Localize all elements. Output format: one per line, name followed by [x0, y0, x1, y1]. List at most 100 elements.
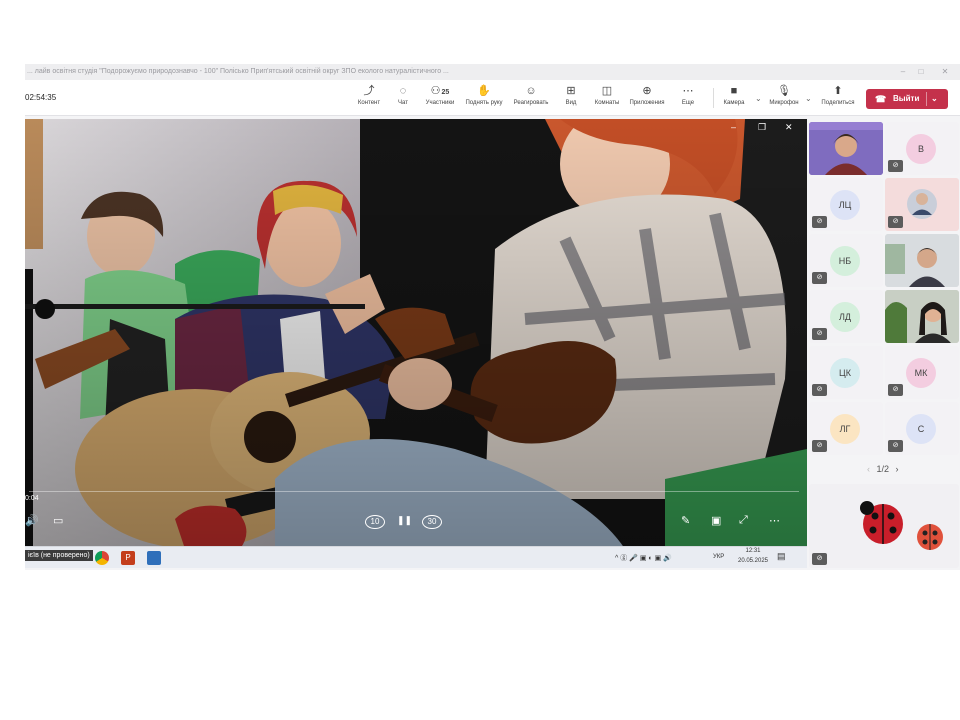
volume-icon[interactable]: 🔊: [25, 514, 39, 527]
pager-text: 1/2: [876, 464, 890, 474]
microphone-button[interactable]: 🎙 Микрофон: [762, 83, 806, 113]
participant-video-photo: [809, 122, 883, 175]
raise-hand-icon: ✋: [477, 85, 491, 97]
participant-avatar: В: [906, 134, 936, 164]
leave-button[interactable]: ☎ Выйти ⌄: [866, 89, 948, 109]
participant-avatar: НБ: [830, 246, 860, 276]
camera-label: Камера: [723, 100, 745, 106]
share-screen-icon: ⬆: [833, 85, 843, 97]
video-frame-illustration: [25, 119, 807, 568]
participant-tile-video[interactable]: [809, 122, 883, 175]
mic-off-icon: 🎙: [777, 85, 791, 97]
taskbar-app-label: ієїв (не проверено): [25, 550, 93, 561]
share-screen-button[interactable]: ⬆ Поделиться: [816, 83, 860, 113]
participant-tile[interactable]: ЦК ⊘: [809, 346, 883, 399]
keyboard-language[interactable]: УКР: [713, 554, 724, 560]
miniplayer-icon[interactable]: ▣: [711, 514, 721, 527]
rooms-icon: ◫: [601, 85, 613, 97]
participants-button[interactable]: ⚇25 Участники: [418, 83, 462, 113]
rooms-button[interactable]: ◫ Комнаты: [585, 83, 629, 113]
participant-tile[interactable]: ЛД ⊘: [809, 290, 883, 343]
people-icon: ⚇: [430, 85, 441, 97]
shared-video-stage[interactable]: – ❐ ✕ 0:04 🔊 ▭ 10 ❚❚ 30 ✎ ▣ ⤢ ⋯ ієїв (не…: [25, 119, 807, 568]
participant-tile[interactable]: НБ ⊘: [809, 234, 883, 287]
camera-options-chevron-icon[interactable]: ⌄: [755, 94, 762, 103]
phone-hangup-icon: ☎: [875, 94, 887, 104]
self-view-tile[interactable]: ⊘: [809, 484, 959, 568]
raise-hand-label: Поднять руку: [465, 100, 503, 106]
muted-mic-icon: ⊘: [812, 384, 827, 396]
video-progress-track[interactable]: [29, 491, 799, 492]
participant-tile[interactable]: МК ⊘: [885, 346, 959, 399]
rewind-10-button[interactable]: 10: [365, 515, 385, 529]
edit-icon[interactable]: ✎: [681, 514, 690, 527]
window-maximize-button[interactable]: □: [911, 64, 931, 80]
captions-icon[interactable]: ▭: [53, 514, 63, 527]
microphone-options-chevron-icon[interactable]: ⌄: [805, 94, 812, 103]
participant-tile[interactable]: ЛЦ ⊘: [809, 178, 883, 231]
leave-label: Выйти: [893, 94, 920, 103]
muted-mic-icon: ⊘: [812, 272, 827, 284]
participant-tile[interactable]: ЛГ ⊘: [809, 402, 883, 455]
participant-avatar: ЛГ: [830, 414, 860, 444]
react-icon: ☺: [525, 85, 537, 97]
participant-avatar: ЛЦ: [830, 190, 860, 220]
leave-options-chevron-icon[interactable]: ⌄: [931, 89, 938, 109]
apps-label: Приложения: [629, 100, 665, 106]
participant-video-photo: [885, 234, 959, 287]
participant-tile-video[interactable]: [885, 234, 959, 287]
participant-video-photo: [885, 290, 959, 343]
teams-taskbar-icon[interactable]: [147, 551, 161, 565]
camera-off-icon: ■: [730, 85, 738, 97]
window-title: ... лайв освітня студія "Подорожуємо при…: [27, 68, 449, 75]
muted-mic-icon: ⊘: [812, 440, 827, 452]
meeting-toolbar: 02:54:35 ⤴ Контент ◌ Чат ⚇25 Участники ✋…: [25, 80, 960, 116]
pause-button[interactable]: ❚❚: [397, 515, 412, 526]
meeting-timer: 02:54:35: [25, 93, 57, 102]
popout-close-button[interactable]: ✕: [785, 122, 793, 133]
muted-mic-icon: ⊘: [888, 440, 903, 452]
react-button[interactable]: ☺ Реагировать: [509, 83, 553, 113]
chrome-icon[interactable]: [95, 551, 109, 565]
microphone-label: Микрофон: [769, 100, 799, 106]
apps-icon: ⊕: [642, 85, 652, 97]
window-close-button[interactable]: ✕: [935, 64, 955, 80]
participant-avatar: ЛД: [830, 302, 860, 332]
participant-tile[interactable]: С ⊘: [885, 402, 959, 455]
muted-mic-icon: ⊘: [888, 216, 903, 228]
popout-restore-button[interactable]: ❐: [758, 122, 766, 133]
powerpoint-icon[interactable]: P: [121, 551, 135, 565]
share-screen-label: Поделиться: [821, 100, 855, 106]
participant-tile-video[interactable]: [885, 290, 959, 343]
more-icon: ⋯: [682, 85, 694, 97]
participant-avatar: С: [906, 414, 936, 444]
forward-30-button[interactable]: 30: [422, 515, 442, 529]
muted-mic-icon: ⊘: [812, 328, 827, 340]
video-elapsed-time: 0:04: [25, 495, 39, 502]
camera-button[interactable]: ■ Камера: [712, 83, 756, 113]
participants-icon-wrap: ⚇25: [418, 83, 462, 99]
system-tray-icons[interactable]: ^ ⓖ 🎤 ▣ ◐ ▣ 🔊: [615, 553, 672, 563]
raise-hand-button[interactable]: ✋ Поднять руку: [462, 83, 506, 113]
muted-mic-icon: ⊘: [812, 553, 827, 565]
more-label: Еще: [681, 100, 695, 106]
muted-mic-icon: ⊘: [888, 384, 903, 396]
presenter-taskbar: ієїв (не проверено) P ^ ⓖ 🎤 ▣ ◐ ▣ 🔊 УКР …: [25, 546, 807, 568]
apps-button[interactable]: ⊕ Приложения: [625, 83, 669, 113]
more-button[interactable]: ⋯ Еще: [666, 83, 710, 113]
taskbar-date: 20.05.2025: [737, 558, 769, 564]
participant-tile[interactable]: ⊘: [885, 178, 959, 231]
fullscreen-icon[interactable]: ⤢: [739, 514, 748, 527]
participants-label: Участники: [425, 100, 455, 106]
popout-minimize-button[interactable]: –: [731, 122, 736, 132]
window-title-bar: ... лайв освітня студія "Подорожуємо при…: [25, 64, 960, 80]
window-minimize-button[interactable]: –: [893, 64, 913, 80]
react-label: Реагировать: [513, 100, 549, 106]
muted-mic-icon: ⊘: [812, 216, 827, 228]
pager-next-icon[interactable]: ›: [896, 464, 899, 474]
participants-count: 25: [441, 89, 450, 96]
pager-prev-icon[interactable]: ‹: [867, 464, 870, 474]
video-more-icon[interactable]: ⋯: [769, 514, 780, 527]
notification-icon[interactable]: ▤: [777, 551, 786, 562]
participant-tile[interactable]: В ⊘: [885, 122, 959, 175]
